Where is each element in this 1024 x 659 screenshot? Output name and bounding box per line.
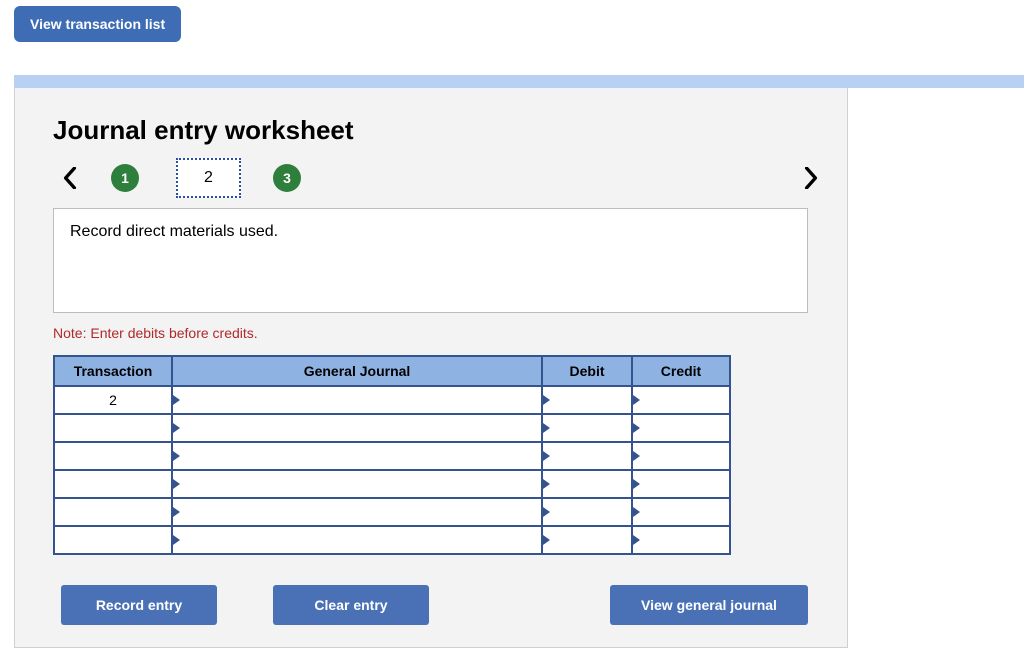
cell-transaction[interactable] <box>54 526 172 554</box>
cell-debit[interactable] <box>542 526 632 554</box>
dropdown-arrow-icon <box>543 507 550 517</box>
page-title: Journal entry worksheet <box>53 115 354 146</box>
dropdown-arrow-icon <box>173 535 180 545</box>
cell-credit[interactable] <box>632 414 730 442</box>
col-header-debit: Debit <box>542 356 632 386</box>
cell-general-journal[interactable] <box>172 386 542 414</box>
step-1-button[interactable]: 1 <box>111 164 139 192</box>
col-header-credit: Credit <box>632 356 730 386</box>
dropdown-arrow-icon <box>543 479 550 489</box>
dropdown-arrow-icon <box>173 423 180 433</box>
cell-credit[interactable] <box>632 442 730 470</box>
action-button-row: Record entry Clear entry View general jo… <box>53 585 808 629</box>
table-row: 2 <box>54 386 730 414</box>
cell-transaction[interactable] <box>54 442 172 470</box>
dropdown-arrow-icon <box>633 423 640 433</box>
dropdown-arrow-icon <box>173 479 180 489</box>
table-header-row: Transaction General Journal Debit Credit <box>54 356 730 386</box>
col-header-general-journal: General Journal <box>172 356 542 386</box>
cell-debit[interactable] <box>542 442 632 470</box>
col-header-transaction: Transaction <box>54 356 172 386</box>
dropdown-arrow-icon <box>633 507 640 517</box>
step-nav: 1 2 3 <box>53 158 818 198</box>
cell-credit[interactable] <box>632 386 730 414</box>
dropdown-arrow-icon <box>543 423 550 433</box>
note-text: Note: Enter debits before credits. <box>53 325 258 341</box>
dropdown-arrow-icon <box>173 451 180 461</box>
cell-transaction[interactable] <box>54 498 172 526</box>
dropdown-arrow-icon <box>633 479 640 489</box>
dropdown-arrow-icon <box>543 535 550 545</box>
cell-debit[interactable] <box>542 498 632 526</box>
table-row <box>54 526 730 554</box>
table-row <box>54 498 730 526</box>
table-row <box>54 470 730 498</box>
cell-transaction[interactable] <box>54 414 172 442</box>
step-2-button[interactable]: 2 <box>176 158 241 198</box>
dropdown-arrow-icon <box>633 451 640 461</box>
view-transaction-list-button[interactable]: View transaction list <box>14 6 181 42</box>
cell-credit[interactable] <box>632 526 730 554</box>
cell-credit[interactable] <box>632 498 730 526</box>
cell-general-journal[interactable] <box>172 526 542 554</box>
cell-credit[interactable] <box>632 470 730 498</box>
step-3-button[interactable]: 3 <box>273 164 301 192</box>
cell-debit[interactable] <box>542 470 632 498</box>
dropdown-arrow-icon <box>543 451 550 461</box>
chevron-right-icon[interactable] <box>798 165 824 191</box>
dropdown-arrow-icon <box>543 395 550 405</box>
cell-general-journal[interactable] <box>172 414 542 442</box>
record-entry-button[interactable]: Record entry <box>61 585 217 625</box>
dropdown-arrow-icon <box>173 395 180 405</box>
cell-transaction[interactable] <box>54 470 172 498</box>
clear-entry-button[interactable]: Clear entry <box>273 585 429 625</box>
cell-general-journal[interactable] <box>172 498 542 526</box>
table-row <box>54 414 730 442</box>
dropdown-arrow-icon <box>173 507 180 517</box>
page-root: View transaction list Journal entry work… <box>0 0 1024 659</box>
view-general-journal-button[interactable]: View general journal <box>610 585 808 625</box>
transaction-prompt: Record direct materials used. <box>53 208 808 313</box>
journal-table: Transaction General Journal Debit Credit… <box>53 355 731 555</box>
table-row <box>54 442 730 470</box>
dropdown-arrow-icon <box>633 395 640 405</box>
cell-general-journal[interactable] <box>172 442 542 470</box>
cell-transaction[interactable]: 2 <box>54 386 172 414</box>
dropdown-arrow-icon <box>633 535 640 545</box>
cell-debit[interactable] <box>542 386 632 414</box>
chevron-left-icon[interactable] <box>57 165 83 191</box>
cell-general-journal[interactable] <box>172 470 542 498</box>
cell-debit[interactable] <box>542 414 632 442</box>
